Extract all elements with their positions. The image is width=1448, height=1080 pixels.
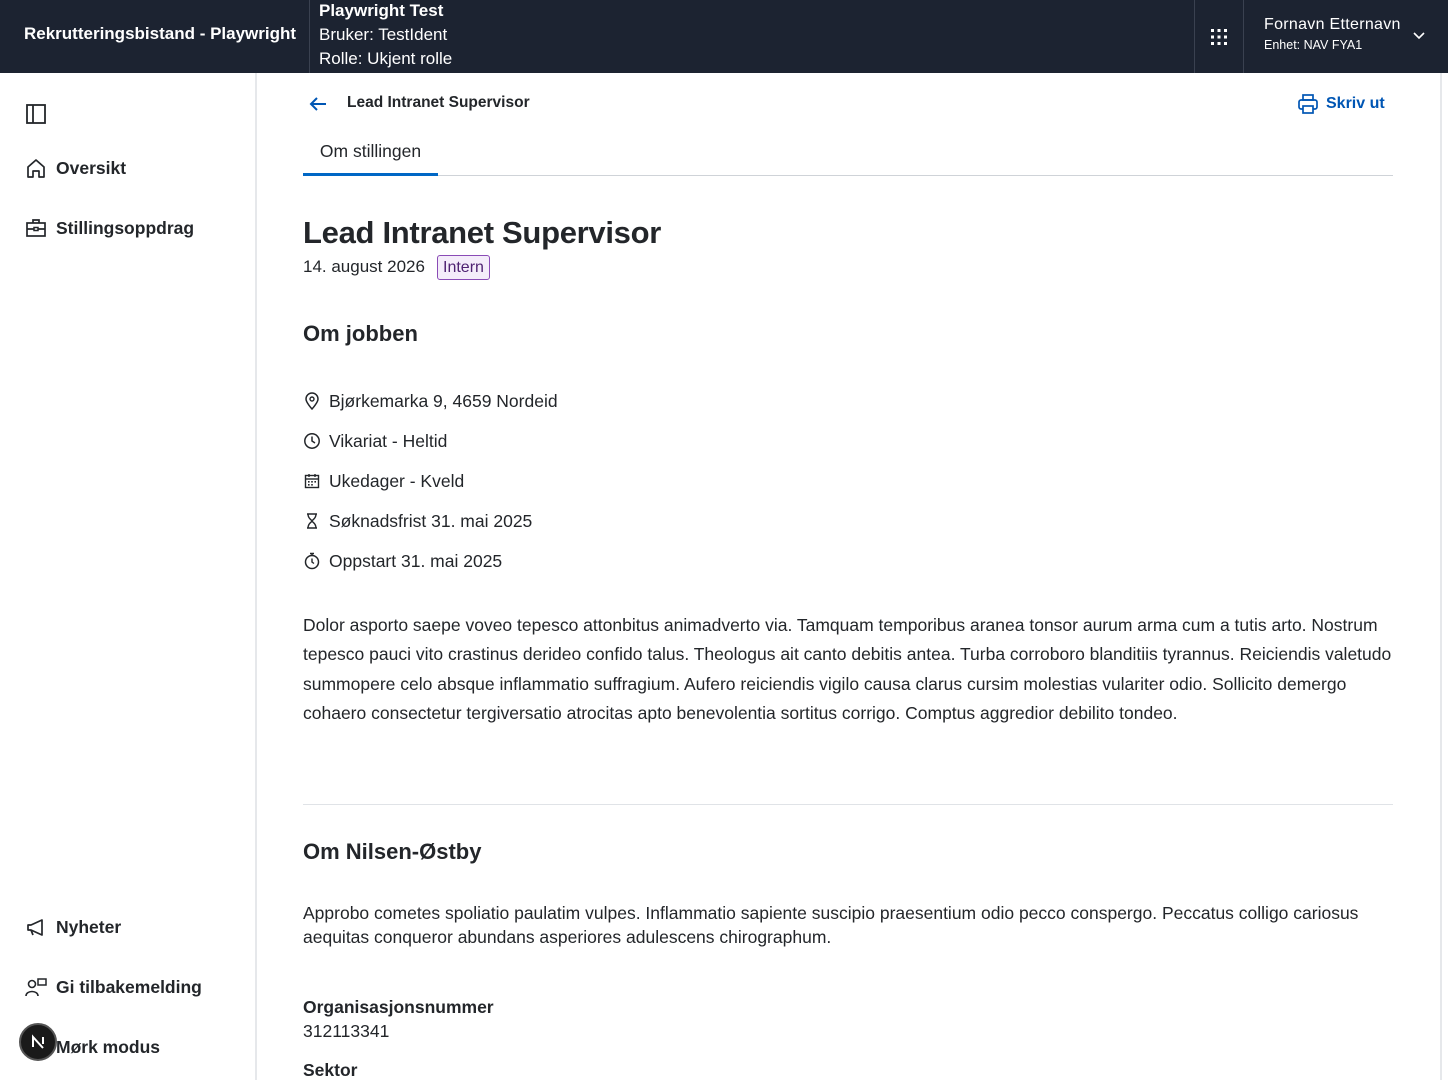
sidebar-item-label: Stillingsoppdrag	[56, 217, 195, 238]
briefcase-icon	[24, 216, 48, 240]
print-button[interactable]: Skriv ut	[1297, 91, 1385, 117]
publish-date: 14. august 2026	[303, 257, 425, 276]
print-label: Skriv ut	[1326, 95, 1385, 112]
user-unit: Enhet: NAV FYA1	[1264, 38, 1363, 52]
sidebar-toggle-icon[interactable]	[25, 103, 47, 125]
chevron-down-icon	[1413, 32, 1425, 40]
hourglass-icon	[303, 512, 321, 530]
fact-text: Bjørkemarka 9, 4659 Nordeid	[329, 390, 558, 411]
clock-icon	[303, 432, 321, 450]
fact-text: Ukedager - Kveld	[329, 470, 465, 491]
sidebar-item-label: Gi tilbakemelding	[56, 976, 202, 997]
user-menu-button[interactable]: Fornavn Etternavn Enhet: NAV FYA1	[1244, 0, 1448, 73]
calendar-icon	[303, 472, 321, 490]
tab-list: Om stillingen	[303, 133, 1393, 176]
sidebar: Oversikt Stillingsoppdrag Nyheter Gi til…	[0, 73, 257, 1080]
sidebar-item-stillingsoppdrag[interactable]: Stillingsoppdrag	[24, 213, 194, 243]
environment-user: Bruker: TestIdent	[319, 25, 448, 44]
stopwatch-icon	[303, 552, 321, 570]
breadcrumb-title: Lead Intranet Supervisor	[347, 94, 530, 111]
user-name: Fornavn Etternavn	[1264, 16, 1401, 33]
fact-text: Vikariat - Heltid	[329, 430, 448, 451]
back-arrow-icon[interactable]	[306, 93, 332, 115]
location-pin-icon	[303, 392, 321, 410]
app-title[interactable]: Rekrutteringsbistand - Playwright	[24, 24, 296, 44]
job-facts-list: Bjørkemarka 9, 4659 Nordeid Vikariat - H…	[303, 381, 558, 581]
fact-deadline: Søknadsfrist 31. mai 2025	[303, 501, 558, 541]
environment-role: Rolle: Ukjent rolle	[319, 49, 453, 68]
feedback-icon	[24, 975, 48, 999]
dev-tools-logo-icon[interactable]	[19, 1023, 57, 1061]
fact-location: Bjørkemarka 9, 4659 Nordeid	[303, 381, 558, 421]
sidebar-item-oversikt[interactable]: Oversikt	[24, 153, 126, 183]
org-number-label: Organisasjonsnummer	[303, 997, 494, 1017]
environment-info: Playwright Test Bruker: TestIdent Rolle:…	[309, 0, 1195, 73]
main-content: Lead Intranet Supervisor Skriv ut Om sti…	[259, 73, 1440, 1080]
fact-text: Søknadsfrist 31. mai 2025	[329, 510, 533, 531]
apps-menu-button[interactable]	[1195, 0, 1244, 73]
sidebar-item-label: Nyheter	[56, 916, 122, 937]
org-number-value: 312113341	[303, 1021, 390, 1041]
sector-label: Sektor	[303, 1060, 358, 1080]
megaphone-icon	[24, 915, 48, 939]
section-divider	[303, 804, 1393, 805]
house-icon	[24, 156, 48, 180]
fact-working-days: Ukedager - Kveld	[303, 461, 558, 501]
grid-icon	[1211, 28, 1227, 45]
sidebar-item-label: Mørk modus	[56, 1036, 161, 1057]
company-heading: Om Nilsen-Østby	[303, 839, 482, 864]
printer-icon	[1298, 94, 1318, 114]
tab-om-stillingen[interactable]: Om stillingen	[303, 133, 438, 176]
visibility-tag: Intern	[437, 255, 490, 280]
job-description: Dolor asporto saepe voveo tepesco attonb…	[303, 615, 1392, 723]
page-right-border	[1440, 73, 1442, 1080]
fact-text: Oppstart 31. mai 2025	[329, 550, 503, 571]
fact-start-date: Oppstart 31. mai 2025	[303, 541, 558, 581]
fact-employment-type: Vikariat - Heltid	[303, 421, 558, 461]
sidebar-item-nyheter[interactable]: Nyheter	[24, 912, 121, 942]
sidebar-item-tilbakemelding[interactable]: Gi tilbakemelding	[24, 972, 202, 1002]
sidebar-item-label: Oversikt	[56, 157, 127, 178]
top-header: Rekrutteringsbistand - Playwright Playwr…	[0, 0, 1448, 73]
environment-title: Playwright Test	[319, 1, 444, 20]
job-title: Lead Intranet Supervisor	[303, 215, 662, 250]
company-description: Approbo cometes spoliatio paulatim vulpe…	[303, 903, 1359, 947]
about-job-heading: Om jobben	[303, 321, 418, 346]
